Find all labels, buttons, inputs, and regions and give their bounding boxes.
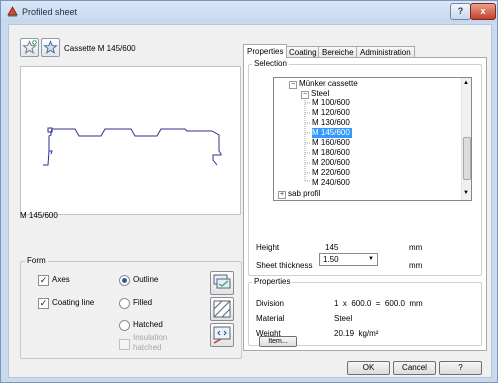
profile-tree[interactable]: − Münker cassette − Steel M 100/600 M 12… xyxy=(273,77,472,201)
division-label: Division xyxy=(256,299,285,308)
dialog-client: Cassette M 145/600 M 145/600 Form ✓ Axes… xyxy=(8,24,492,378)
height-unit: mm xyxy=(409,243,423,252)
profile-preview xyxy=(20,66,241,215)
tree-item-profile[interactable]: M 180/600 xyxy=(312,148,350,158)
scroll-thumb[interactable] xyxy=(463,137,471,180)
tree-item-profile-selected[interactable]: M 145/600 xyxy=(312,128,352,138)
help-title-button[interactable]: ? xyxy=(450,3,471,20)
window-title: Profiled sheet xyxy=(22,7,78,17)
tree-item-profile[interactable]: M 100/600 xyxy=(312,98,350,108)
close-button[interactable]: x xyxy=(470,3,496,20)
properties-tab-panel: Selection − Münker cassette − Steel M 10… xyxy=(243,57,487,351)
scroll-down-icon[interactable]: ▼ xyxy=(463,190,469,196)
cancel-button[interactable]: Cancel xyxy=(393,361,436,375)
tree-item-profile[interactable]: M 160/600 xyxy=(312,138,350,148)
hatch-icon xyxy=(213,300,231,318)
star-icon xyxy=(43,40,58,54)
tree-expand-icon[interactable]: + xyxy=(278,191,286,199)
item-button[interactable]: Item... xyxy=(259,336,297,347)
app-icon xyxy=(7,6,18,17)
division-value: 1 x 600.0 = 600.0 mm xyxy=(334,299,423,308)
tab-properties[interactable]: Properties xyxy=(243,44,288,58)
layers-icon xyxy=(213,274,231,289)
ok-button[interactable]: OK xyxy=(347,361,390,375)
layer-tool-button[interactable] xyxy=(210,271,234,295)
insulation-hatched-label-line2: hatched xyxy=(133,343,162,352)
form-group: Form ✓ Axes ✓ Coating line Outline Fille… xyxy=(20,256,242,359)
sheet-thickness-label: Sheet thickness xyxy=(256,261,313,270)
axes-label: Axes xyxy=(52,275,70,284)
coating-line-label: Coating line xyxy=(52,298,95,307)
weight-value: 20.19 kg/m² xyxy=(334,329,379,338)
tree-item-sab-profil[interactable]: sab profil xyxy=(288,189,320,199)
selection-group-title: Selection xyxy=(252,59,289,68)
add-favorite-button[interactable] xyxy=(20,38,39,57)
filled-label: Filled xyxy=(133,298,153,307)
favorite-button[interactable] xyxy=(41,38,60,57)
hatched-label: Hatched xyxy=(133,320,163,329)
tree-item-profile[interactable]: M 120/600 xyxy=(312,108,350,118)
insulation-hatched-label-line1: Insulation xyxy=(133,333,168,342)
tree-item-profile[interactable]: M 220/600 xyxy=(312,168,350,178)
title-bar[interactable]: Profiled sheet ? x xyxy=(1,1,497,22)
tree-item-profile[interactable]: M 130/600 xyxy=(312,118,350,128)
chevron-down-icon: ▼ xyxy=(368,256,374,262)
material-value: Steel xyxy=(334,314,353,323)
profile-name: Cassette M 145/600 xyxy=(64,44,136,53)
code-tool-button[interactable] xyxy=(210,323,234,347)
help-button[interactable]: ? xyxy=(439,361,482,375)
hatched-radio[interactable] xyxy=(119,320,130,331)
axes-checkbox[interactable]: ✓ xyxy=(38,275,49,286)
coating-line-checkbox[interactable]: ✓ xyxy=(38,298,49,309)
sheet-thickness-value: 1.50 xyxy=(323,255,339,264)
tree-item-profile[interactable]: M 240/600 xyxy=(312,178,350,188)
scroll-up-icon[interactable]: ▲ xyxy=(463,80,469,86)
properties-group-title: Properties xyxy=(252,277,293,286)
star-add-icon xyxy=(22,40,37,54)
material-label: Material xyxy=(256,314,285,323)
insulation-hatched-checkbox[interactable] xyxy=(119,339,130,350)
profile-drawing xyxy=(43,127,222,166)
height-label: Height xyxy=(256,243,280,252)
edit-code-icon xyxy=(213,326,231,344)
filled-radio[interactable] xyxy=(119,298,130,309)
sheet-thickness-select[interactable]: 1.50 ▼ xyxy=(319,253,378,266)
tree-item-profile[interactable]: M 200/600 xyxy=(312,158,350,168)
outline-radio[interactable] xyxy=(119,275,130,286)
tree-scrollbar[interactable]: ▲ ▼ xyxy=(461,78,471,200)
height-value: 145 xyxy=(325,243,339,252)
profiled-sheet-window: Profiled sheet ? x Cassette M 145/600 M … xyxy=(0,0,498,383)
outline-label: Outline xyxy=(133,275,159,284)
selection-group: Selection − Münker cassette − Steel M 10… xyxy=(248,59,482,276)
profile-caption: M 145/600 xyxy=(20,211,58,220)
hatch-tool-button[interactable] xyxy=(210,297,234,321)
sheet-thickness-unit: mm xyxy=(409,261,423,270)
form-group-title: Form xyxy=(25,256,48,265)
